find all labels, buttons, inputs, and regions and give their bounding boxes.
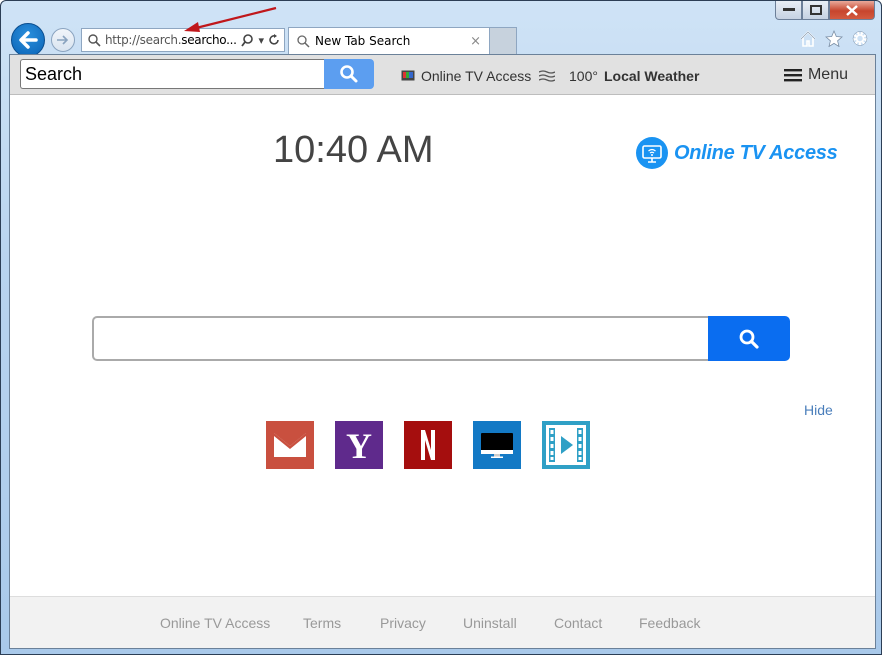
tab-close-icon[interactable]: ×	[470, 34, 481, 49]
monitor-icon	[481, 433, 513, 458]
footer-link-feedback[interactable]: Feedback	[639, 615, 700, 631]
address-url: http://search.searcho...	[105, 33, 237, 47]
refresh-icon[interactable]	[268, 34, 280, 46]
search-icon	[340, 65, 358, 83]
search-icon	[739, 329, 759, 349]
toolbar-search-input[interactable]: Search	[20, 59, 324, 89]
tv-logo-icon	[636, 137, 668, 169]
toolbar-weather-link[interactable]: 100° Local Weather	[539, 68, 699, 84]
footer-link-online-tv-access[interactable]: Online TV Access	[160, 615, 270, 631]
clock: 10:40 AM	[273, 129, 434, 171]
video-film-icon	[546, 425, 586, 465]
caption-buttons	[775, 1, 875, 21]
address-bar[interactable]: http://search.searcho... ▾	[81, 28, 285, 52]
menu-button[interactable]: Menu	[783, 66, 848, 84]
yahoo-y-icon: Y	[346, 429, 372, 461]
tile-gmail[interactable]	[266, 421, 314, 469]
footer-link-uninstall[interactable]: Uninstall	[463, 615, 517, 631]
forward-button[interactable]	[51, 28, 75, 52]
main-search-input[interactable]	[92, 316, 708, 361]
search-icon	[88, 34, 101, 47]
tab-search-icon	[297, 35, 310, 48]
tab-title: New Tab Search	[315, 34, 411, 48]
forward-icon	[57, 35, 69, 45]
back-icon	[19, 31, 38, 49]
netflix-n-icon	[421, 430, 435, 460]
extension-toolbar: Search Online TV Access 100° Local Weath…	[10, 55, 875, 95]
search-dropdown-icon[interactable]	[241, 33, 254, 47]
browser-window: http://search.searcho... ▾ New Tab Searc…	[0, 0, 882, 655]
tile-tv[interactable]	[473, 421, 521, 469]
footer-link-terms[interactable]: Terms	[303, 615, 341, 631]
footer: Online TV Access Terms Privacy Uninstall…	[10, 596, 875, 648]
back-button[interactable]	[11, 23, 45, 57]
mail-icon	[274, 433, 306, 457]
tab-new-tab-search[interactable]: New Tab Search ×	[288, 27, 490, 54]
maximize-icon	[809, 5, 822, 15]
footer-link-contact[interactable]: Contact	[554, 615, 602, 631]
settings-gear-icon[interactable]	[851, 30, 869, 47]
tile-video[interactable]	[542, 421, 590, 469]
tile-netflix[interactable]	[404, 421, 452, 469]
tile-yahoo[interactable]: Y	[335, 421, 383, 469]
hide-tiles-link[interactable]: Hide	[804, 402, 833, 418]
home-icon[interactable]	[799, 30, 817, 47]
close-icon	[846, 4, 858, 16]
brand-logo[interactable]: Online TV Access	[636, 137, 838, 169]
weather-fog-icon	[539, 70, 555, 82]
svg-text:Y: Y	[346, 429, 372, 461]
toolbar-search-button[interactable]	[324, 59, 374, 89]
browser-tool-icons	[799, 30, 869, 47]
page-viewport: Search Online TV Access 100° Local Weath…	[9, 54, 876, 649]
minimize-icon	[782, 8, 795, 11]
favorites-star-icon[interactable]	[825, 30, 843, 47]
new-tab-button[interactable]	[490, 27, 517, 54]
toolbar-tv-link[interactable]: Online TV Access	[401, 68, 531, 84]
shortcut-tiles: Y	[266, 421, 590, 469]
minimize-button[interactable]	[775, 1, 802, 20]
main-search-button[interactable]	[708, 316, 790, 361]
footer-link-privacy[interactable]: Privacy	[380, 615, 426, 631]
dropdown-caret-icon[interactable]: ▾	[258, 34, 264, 47]
tv-icon	[401, 70, 415, 81]
maximize-button[interactable]	[802, 1, 829, 20]
hamburger-menu-icon	[783, 69, 802, 82]
close-window-button[interactable]	[829, 1, 875, 20]
